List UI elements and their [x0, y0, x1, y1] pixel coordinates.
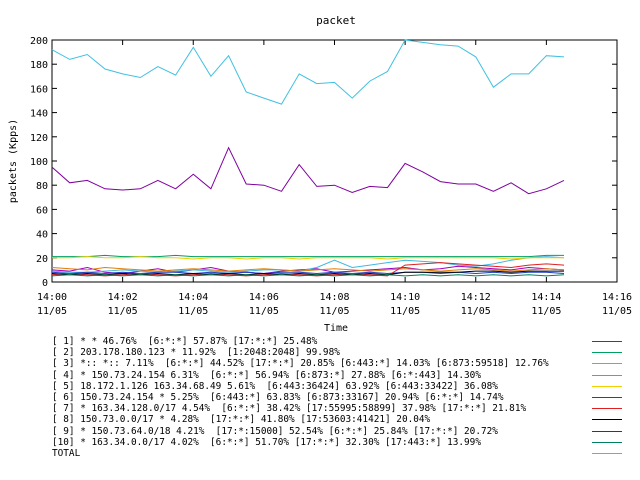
x-tick-date-label: 11/05 — [37, 306, 67, 317]
series-line-5 — [51, 271, 565, 275]
x-tick-time-label: 14:00 — [37, 292, 67, 303]
x-tick-date-label: 11/05 — [461, 306, 491, 317]
packet-chart: packet 0 20 40 60 80 100 120 140 160 180 200 14:00… — [8, 14, 632, 334]
y-tick-label: 20 — [36, 254, 48, 265]
chart-title: packet — [316, 14, 356, 27]
y-tick-label: 100 — [30, 157, 48, 168]
x-tick-date-label: 11/05 — [531, 306, 561, 317]
x-tick-time-label: 14:06 — [249, 292, 279, 303]
series-line-1 — [52, 254, 564, 258]
x-tick-date-label: 11/05 — [602, 306, 632, 317]
series-line-8 — [51, 146, 565, 195]
y-tick-label: 40 — [36, 230, 48, 241]
x-tick-time-label: 14:12 — [461, 292, 491, 303]
series-line-9 — [51, 274, 565, 277]
x-tick-time-label: 14:08 — [319, 292, 349, 303]
y-tick-label: 0 — [42, 278, 48, 289]
x-tick-date-label: 11/05 — [178, 306, 208, 317]
y-tick-label: 200 — [30, 36, 48, 47]
y-axis-label: packets (Kpps) — [8, 119, 19, 203]
y-tick-label: 140 — [30, 109, 48, 120]
y-tick-label: 120 — [30, 133, 48, 144]
x-axis-label: Time — [324, 323, 348, 334]
x-tick-date-label: 11/05 — [319, 306, 349, 317]
x-tick-time-label: 14:14 — [531, 292, 561, 303]
y-tick-label: 160 — [30, 84, 48, 95]
x-tick-time-label: 14:04 — [178, 292, 208, 303]
series-lines — [51, 39, 565, 277]
x-tick-time-label: 14:02 — [108, 292, 138, 303]
x-tick-date-label: 11/05 — [108, 306, 138, 317]
x-tick-time-label: 14:16 — [602, 292, 632, 303]
x-tick-date-label: 11/05 — [249, 306, 279, 317]
x-tick-date-label: 11/05 — [390, 306, 420, 317]
x-tick-time-label: 14:10 — [390, 292, 420, 303]
y-tick-label: 60 — [36, 205, 48, 216]
series-line-10 — [51, 39, 565, 105]
y-tick-label: 80 — [36, 181, 48, 192]
y-tick-label: 180 — [30, 60, 48, 71]
